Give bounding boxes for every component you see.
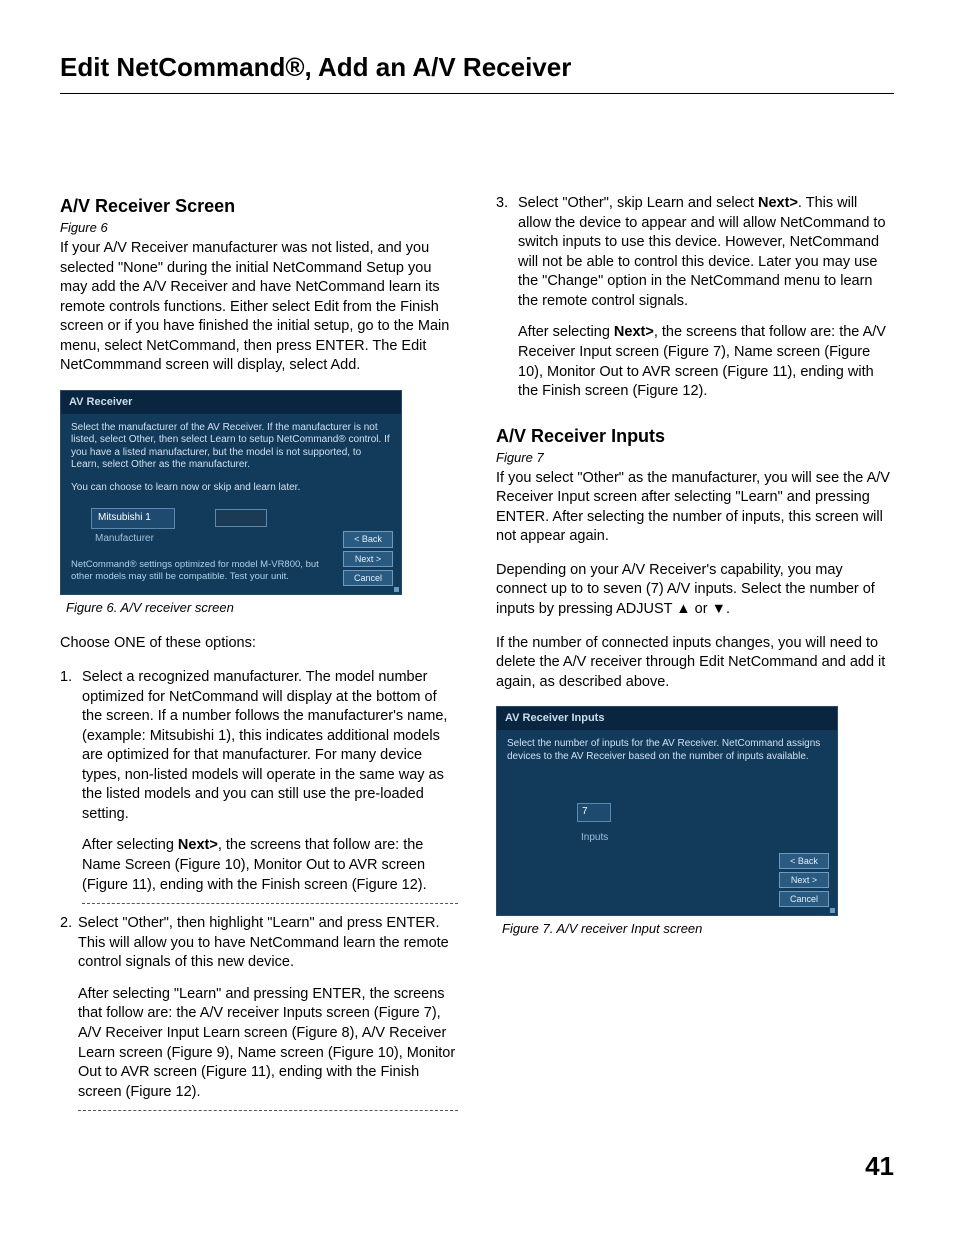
option-1-text: Select a recognized manufacturer. The mo… <box>82 669 447 822</box>
p2-mid: or <box>691 601 712 617</box>
p2-post: . <box>726 601 730 617</box>
opt3-next-bold: Next> <box>758 195 798 211</box>
opt3b-pre: After selecting <box>518 324 614 340</box>
options-list: Select a recognized manufacturer. The mo… <box>60 668 458 1111</box>
title-rule <box>60 93 894 94</box>
scr1-learn-box[interactable] <box>215 509 267 527</box>
opt3-post: . This will allow the device to appear a… <box>518 195 886 309</box>
scr1-text1: Select the manufacturer of the AV Receiv… <box>71 422 391 472</box>
dashed-rule-2 <box>78 1110 458 1111</box>
scr1-cancel-button[interactable]: Cancel <box>343 570 393 586</box>
scr1-resize-corner <box>394 587 399 592</box>
option-3-followup: After selecting Next>, the screens that … <box>518 323 894 401</box>
scr2-body: Select the number of inputs for the AV R… <box>497 730 837 848</box>
scr1-title: AV Receiver <box>61 391 401 414</box>
opt1-pre: After selecting <box>82 837 178 853</box>
scr2-text1: Select the number of inputs for the AV R… <box>507 738 827 763</box>
left-column: A/V Receiver Screen Figure 6 If your A/V… <box>60 194 458 1121</box>
option-2-followup: After selecting "Learn" and pressing ENT… <box>78 985 458 1102</box>
adjust-down-icon <box>712 601 726 617</box>
scr1-next-button[interactable]: Next > <box>343 551 393 567</box>
option-2: Select "Other", then highlight "Learn" a… <box>60 914 458 1111</box>
inputs-p3: If the number of connected inputs change… <box>496 634 894 693</box>
opt3-pre: Select "Other", skip Learn and select <box>518 195 758 211</box>
scr2-cancel-button[interactable]: Cancel <box>779 891 829 907</box>
figure-7-caption: Figure 7. A/V receiver Input screen <box>502 920 894 938</box>
inputs-p1: If you select "Other" as the manufacture… <box>496 469 894 547</box>
option-3: Select "Other", skip Learn and select Ne… <box>496 194 894 402</box>
options-list-cont: Select "Other", skip Learn and select Ne… <box>496 194 894 402</box>
scr2-title: AV Receiver Inputs <box>497 707 837 730</box>
page-number: 41 <box>60 1149 894 1184</box>
figure-6-label: Figure 6 <box>60 219 458 237</box>
figure-6-caption: Figure 6. A/V receiver screen <box>66 599 458 617</box>
page-title: Edit NetCommand®, Add an A/V Receiver <box>60 50 894 85</box>
scr1-back-button[interactable]: < Back <box>343 531 393 547</box>
scr1-manufacturer-field[interactable]: Mitsubishi 1 <box>91 508 175 529</box>
figure-7-label: Figure 7 <box>496 449 894 467</box>
figure-7-screenshot: AV Receiver Inputs Select the number of … <box>496 706 838 916</box>
figure-6-screenshot: AV Receiver Select the manufacturer of t… <box>60 390 402 595</box>
scr2-next-button[interactable]: Next > <box>779 872 829 888</box>
scr1-body: Select the manufacturer of the AV Receiv… <box>61 414 401 550</box>
option-1: Select a recognized manufacturer. The mo… <box>60 668 458 904</box>
section-heading-avr-screen: A/V Receiver Screen <box>60 194 458 218</box>
scr2-back-button[interactable]: < Back <box>779 853 829 869</box>
content-columns: A/V Receiver Screen Figure 6 If your A/V… <box>60 194 894 1121</box>
intro-paragraph: If your A/V Receiver manufacturer was no… <box>60 239 458 376</box>
scr1-text2: You can choose to learn now or skip and … <box>71 482 391 495</box>
opt1-next-bold: Next> <box>178 837 218 853</box>
right-column: Select "Other", skip Learn and select Ne… <box>496 194 894 1121</box>
inputs-p2: Depending on your A/V Receiver's capabil… <box>496 561 894 620</box>
section-heading-avr-inputs: A/V Receiver Inputs <box>496 424 894 448</box>
option-2-text: Select "Other", then highlight "Learn" a… <box>78 915 449 970</box>
adjust-up-icon <box>676 601 690 617</box>
dashed-rule-1 <box>82 903 458 904</box>
scr2-inputs-label: Inputs <box>581 832 827 845</box>
opt3b-next-bold: Next> <box>614 324 654 340</box>
choose-one-text: Choose ONE of these options: <box>60 634 458 654</box>
option-1-followup: After selecting Next>, the screens that … <box>82 836 458 895</box>
scr2-resize-corner <box>830 908 835 913</box>
scr2-inputs-field[interactable]: 7 <box>577 803 611 822</box>
